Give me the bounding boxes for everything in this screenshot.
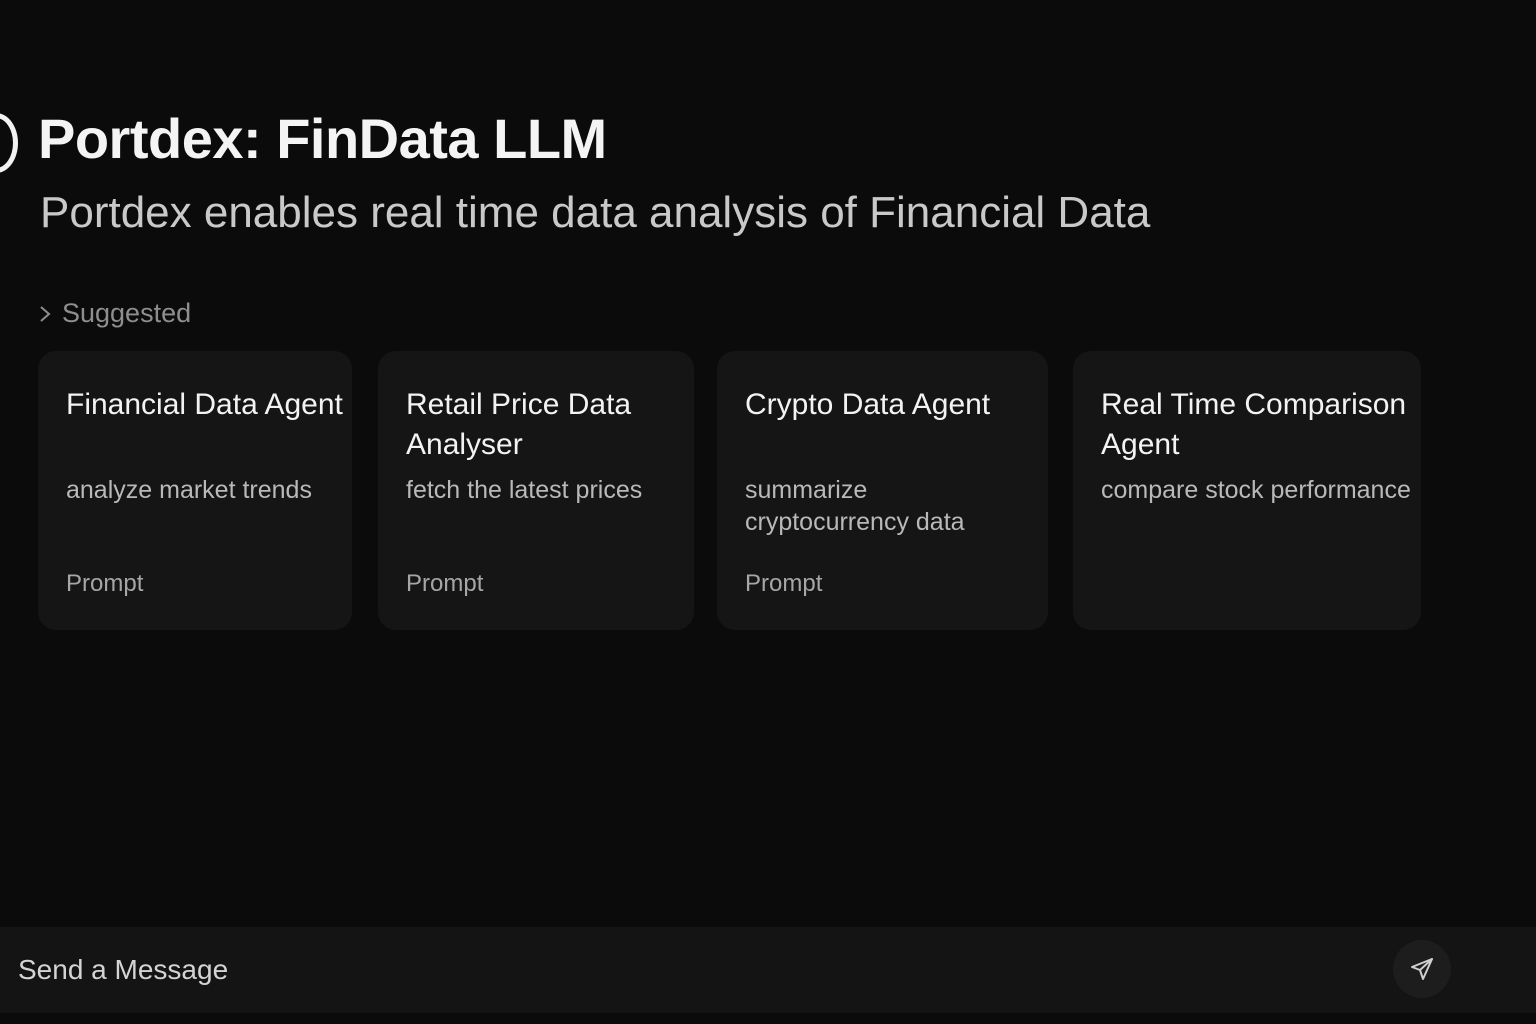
suggestion-card-crypto-data-agent[interactable]: Crypto Data Agent summarize cryptocurren… — [717, 351, 1048, 630]
chevron-right-icon — [40, 305, 51, 322]
card-title: Retail Price Data Analyser — [406, 388, 632, 461]
suggestion-card-retail-price-data-analyser[interactable]: Retail Price Data Analyser fetch the lat… — [378, 351, 694, 630]
card-title: Financial Data Agent — [66, 388, 343, 421]
message-input[interactable] — [18, 945, 1318, 995]
suggested-toggle[interactable]: Suggested — [38, 298, 191, 329]
circle-logo-icon — [0, 113, 18, 173]
card-tag: Prompt — [66, 570, 144, 597]
card-description: compare stock performance — [1101, 476, 1411, 504]
card-description: analyze market trends — [66, 476, 312, 504]
suggestion-card-financial-data-agent[interactable]: Financial Data Agent analyze market tren… — [38, 351, 352, 630]
card-tag: Prompt — [745, 570, 823, 597]
app-page: Portdex: FinData LLM Portdex enables rea… — [0, 0, 1536, 1024]
card-tag: Prompt — [406, 570, 484, 597]
suggested-label: Suggested — [62, 298, 192, 328]
send-icon — [1411, 958, 1433, 980]
card-title: Crypto Data Agent — [745, 388, 991, 421]
page-title: Portdex: FinData LLM — [38, 107, 607, 170]
card-title: Real Time Comparison Agent — [1101, 388, 1407, 461]
card-description: summarize cryptocurrency data — [745, 476, 965, 536]
bottom-strip — [0, 1013, 1536, 1024]
page-subtitle: Portdex enables real time data analysis … — [40, 188, 1151, 237]
message-composer — [0, 927, 1536, 1013]
send-button[interactable] — [1393, 940, 1451, 998]
card-description: fetch the latest prices — [406, 476, 643, 504]
suggestion-card-real-time-comparison-agent[interactable]: Real Time Comparison Agent compare stock… — [1073, 351, 1421, 630]
